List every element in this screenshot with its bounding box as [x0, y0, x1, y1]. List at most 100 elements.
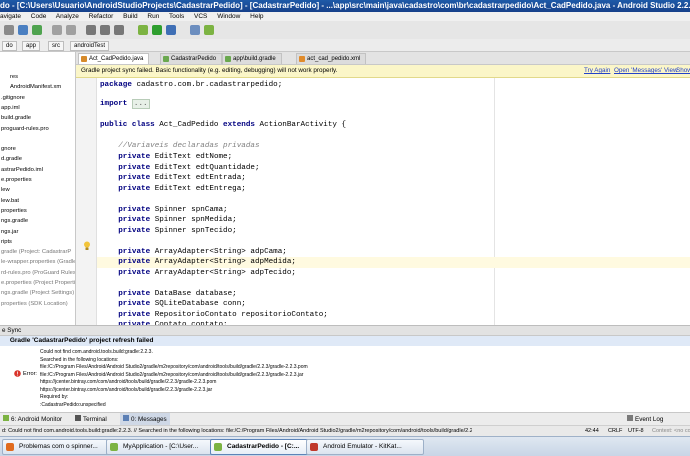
avd-manager-icon[interactable]	[204, 25, 214, 35]
window-title: do - [C:\Users\Usuario\AndroidStudioProj…	[0, 1, 690, 10]
menu-tools[interactable]: Tools	[169, 13, 184, 20]
project-tree-item[interactable]: proguard-rules.pro	[0, 124, 49, 134]
make-project-icon[interactable]	[138, 25, 148, 35]
code-line-field: private Spinner spnMedida;	[118, 216, 237, 224]
gradle-sync-tool-header: e Sync	[0, 325, 690, 335]
lightbulb-icon[interactable]	[83, 241, 91, 251]
main-toolbar	[0, 21, 690, 40]
debug-icon[interactable]	[166, 25, 176, 35]
taskbar-item-browser[interactable]: Problemas com o spinner...	[2, 439, 120, 455]
menu-bar: avigate Code Analyze Refactor Build Run …	[0, 12, 690, 21]
sync-error-line[interactable]: https://jcenter.bintray.com/com/android/…	[40, 387, 212, 393]
code-editor[interactable]: package cadastro.com.br.cadastrarpedido;…	[97, 78, 690, 325]
menu-code[interactable]: Code	[31, 13, 47, 20]
code-line-field: private EditText edtEntrada;	[118, 174, 246, 182]
undo-icon[interactable]	[52, 25, 62, 35]
android-studio-icon	[110, 443, 118, 451]
project-tree-item[interactable]: ngs.jar	[0, 227, 18, 237]
navigation-bar: do app src androidTest	[0, 39, 690, 52]
copy-icon[interactable]	[100, 25, 110, 35]
emulator-icon	[310, 443, 318, 451]
messages-icon	[123, 415, 129, 421]
breadcrumb-src[interactable]: src	[48, 41, 64, 51]
project-tree-item[interactable]: ngs.gradle (Project Settings)	[0, 288, 74, 298]
project-tree-item[interactable]: properties (SDK Location)	[0, 299, 68, 309]
project-tree-item[interactable]: AndroidManifest.xm	[0, 82, 61, 92]
tab-act-cadpedido-java[interactable]: Act_CadPedido.java	[78, 53, 150, 64]
menu-navigate[interactable]: avigate	[0, 13, 21, 20]
project-tree-item[interactable]: gradle (Project: CadastrarP	[0, 247, 71, 257]
redo-icon[interactable]	[66, 25, 76, 35]
right-margin-guide	[494, 78, 495, 325]
line-separator[interactable]: CRLF	[608, 426, 622, 436]
taskbar-item-myapplication[interactable]: MyApplication - [C:\User...	[106, 439, 224, 455]
menu-run[interactable]: Run	[147, 13, 159, 20]
try-again-link[interactable]: Try Again	[584, 65, 610, 77]
project-tree-item[interactable]: lew.bat	[0, 196, 19, 206]
show-log-link[interactable]: Show	[676, 65, 690, 77]
project-tree-item[interactable]: app.iml	[0, 103, 20, 113]
project-tree-item[interactable]: ngs.gradle	[0, 216, 28, 226]
paste-icon[interactable]	[114, 25, 124, 35]
project-tree-item[interactable]: build.gradle	[0, 113, 31, 123]
bottom-tool-tabs: 6: Android Monitor Terminal 0: Messages …	[0, 412, 690, 426]
gradle-file-icon	[225, 56, 231, 62]
code-line-field: private DataBase database;	[118, 289, 237, 298]
caret-position[interactable]: 42:44	[585, 426, 599, 436]
menu-build[interactable]: Build	[123, 13, 137, 20]
project-tool-window: res AndroidManifest.xm .gitignore app.iml bu…	[0, 52, 76, 325]
sync-error-line[interactable]: file:/C:/Program Files/Android/Android S…	[40, 372, 303, 378]
xml-file-icon	[299, 56, 305, 62]
code-line-field: private EditText edtEntrega;	[118, 184, 246, 193]
project-tree-item[interactable]	[0, 134, 1, 144]
taskbar-item-cadastrarpedido[interactable]: CadastrarPedido - [C:...	[210, 439, 320, 455]
menu-analyze[interactable]: Analyze	[56, 13, 79, 20]
open-folder-icon[interactable]	[4, 25, 14, 35]
run-icon[interactable]	[152, 25, 162, 35]
sync-error-line[interactable]: https://jcenter.bintray.com/com/android/…	[40, 379, 216, 385]
project-tree-item[interactable]: res	[0, 72, 18, 82]
code-line-comment: //Variaveis declaradas privadas	[118, 142, 260, 150]
svg-text:!: !	[17, 372, 19, 377]
editor-gutter	[76, 78, 97, 325]
status-message[interactable]: d: Could not find com.android.tools.buil…	[2, 426, 472, 436]
project-tree-item[interactable]: le-wrapper.properties (Gradle	[0, 257, 75, 267]
os-taskbar: Problemas com o spinner... MyApplication…	[0, 436, 690, 456]
menu-help[interactable]: Help	[250, 13, 263, 20]
file-encoding[interactable]: UTF-8	[628, 426, 644, 436]
project-tree-item[interactable]: .gitignore	[0, 93, 25, 103]
project-tree-item[interactable]: astrarPedido.iml	[0, 165, 43, 175]
sync-error-line[interactable]: file:/C:/Program Files/Android/Android S…	[40, 364, 308, 370]
code-line-field: private RepositorioContato repositorioCo…	[118, 310, 328, 319]
sync-icon[interactable]	[32, 25, 42, 35]
gradle-file-icon	[163, 56, 169, 62]
menu-window[interactable]: Window	[217, 13, 240, 20]
code-line-class: public class Act_CadPedido extends Actio…	[100, 121, 347, 129]
breadcrumb-project[interactable]: do	[2, 41, 17, 51]
save-icon[interactable]	[18, 25, 28, 35]
project-tree-item[interactable]: lew	[0, 185, 10, 195]
menu-refactor[interactable]: Refactor	[89, 13, 114, 20]
tab-cadastrarpedido[interactable]: CadastrarPedido	[160, 53, 223, 64]
breadcrumb-app[interactable]: app	[22, 41, 41, 51]
project-tree-item[interactable]: e.properties	[0, 175, 32, 185]
project-tree-item[interactable]: d.gradle	[0, 154, 22, 164]
tab-app-build-gradle[interactable]: app\build.gradle	[222, 53, 282, 64]
open-messages-view-link[interactable]: Open 'Messages' View	[614, 65, 678, 77]
tab-label: app\build.gradle	[233, 56, 276, 62]
folded-imports[interactable]: ...	[131, 99, 150, 109]
breadcrumb-android-test[interactable]: androidTest	[70, 41, 110, 51]
sdk-manager-icon[interactable]	[190, 25, 200, 35]
project-tree-item[interactable]: ripts	[0, 237, 12, 247]
code-line-field: private EditText edtQuantidade;	[118, 163, 260, 172]
cut-icon[interactable]	[86, 25, 96, 35]
project-tree-item[interactable]: rd-rules.pro (ProGuard Rules f	[0, 268, 75, 278]
menu-vcs[interactable]: VCS	[194, 13, 207, 20]
tab-act-cad-pedido-xml[interactable]: act_cad_pedido.xml	[296, 53, 367, 64]
project-tree-item[interactable]: e.properties (Project Propertie	[0, 278, 75, 288]
project-tree-item[interactable]: gnore	[0, 144, 16, 154]
code-line-package: package cadastro.com.br.cadastrarpedido;	[100, 81, 283, 89]
project-tree-item[interactable]: properties	[0, 206, 27, 216]
taskbar-item-emulator[interactable]: Android Emulator - KitKat...	[306, 439, 424, 455]
browser-icon	[6, 443, 14, 451]
